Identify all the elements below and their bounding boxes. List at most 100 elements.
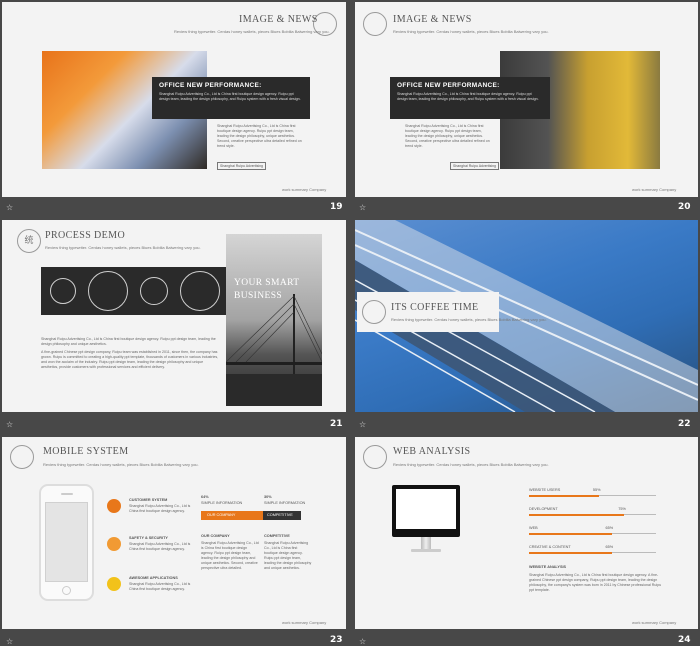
title-ring: [363, 12, 387, 36]
slide-24[interactable]: WEB ANALYSIS Review thing typewriter. Ce…: [355, 437, 698, 629]
bar-fill-4: [529, 551, 612, 554]
title-ring: [362, 300, 386, 324]
col1-heading: OUR COMPANY: [201, 534, 230, 538]
phone-mockup: [39, 484, 94, 601]
title-card: ITS COFFEE TIME Review thing typewriter.…: [357, 292, 547, 332]
step-circle-4[interactable]: [180, 271, 220, 311]
bar-pct-2: 75%: [618, 507, 626, 511]
body-text: Shanghai Ruipu Advertising Co., Ltd is C…: [217, 124, 302, 148]
slide-number: 22: [678, 419, 691, 429]
slide-subtitle: Review thing typewriter. Cerdas honey wa…: [174, 29, 330, 34]
slide-number: 21: [330, 419, 343, 429]
title-ring: [363, 445, 387, 469]
feature-label-3: AWESOME APPLICATIONS: [129, 576, 178, 580]
phone-screen: [45, 502, 88, 582]
slide-23[interactable]: MOBILE SYSTEM Review thing typewriter. C…: [2, 437, 346, 629]
feature-label-2: SAFETY & SECURITY: [129, 536, 168, 540]
box-heading: OFFICE NEW PERFORMANCE:: [159, 82, 262, 89]
slide-19[interactable]: IMAGE & NEWS Review thing typewriter. Ce…: [2, 2, 346, 197]
footer: work summary Company: [632, 620, 677, 625]
slide-21[interactable]: 统 PROCESS DEMO Review thing typewriter. …: [2, 220, 346, 412]
bridge-illustration: [225, 294, 323, 406]
slide-title: IMAGE & NEWS: [239, 14, 318, 25]
bar-fill-2: [529, 513, 625, 516]
feature-label-1: CUSTOMER SYSTEM: [129, 498, 168, 502]
analysis-text: Shanghai Ruipu Advertising Co., Ltd is C…: [529, 573, 662, 592]
title-ring: 统: [17, 229, 41, 253]
body-text-1: Shanghai Ruipu Advertising Co., Ltd is C…: [41, 337, 216, 346]
info-button[interactable]: Shanghai Ruipu Advertising: [217, 162, 267, 170]
star-icon: ☆: [6, 637, 14, 646]
bar-pct-4: 65%: [605, 545, 614, 549]
body-text: Shanghai Ruipu Advertising Co., Ltd is C…: [405, 124, 490, 148]
slide-subtitle: Review thing typewriter. Cerdas honey wa…: [45, 245, 201, 250]
slide-title: WEB ANALYSIS: [393, 446, 471, 457]
slide-number: 23: [330, 635, 343, 645]
footer: work summary Company: [282, 187, 327, 192]
box-text: Shanghai Ruipu Advertising Co., Ltd is C…: [159, 92, 301, 101]
feature-text-3: Shanghai Ruipu Advertising Co., Ltd is C…: [129, 582, 191, 591]
home-button[interactable]: [62, 586, 71, 595]
box-text: Shanghai Ruipu Advertising Co., Ltd is C…: [397, 92, 539, 101]
stat2-label: SIMPLE INFORMATION: [264, 501, 306, 505]
monitor-screen: [396, 489, 456, 529]
title-ring: [10, 445, 34, 469]
slide-number: 24: [678, 635, 691, 645]
feature-dot-3: [107, 577, 121, 591]
box-heading: OFFICE NEW PERFORMANCE:: [397, 82, 500, 89]
stat1-label: SIMPLE INFORMATION: [201, 501, 243, 505]
feature-dot-2: [107, 537, 121, 551]
stat1-pct: 64%: [201, 495, 209, 499]
bar-label-4: CREATIVE & CONTENT: [529, 545, 571, 549]
bar-label-3: WEB: [529, 526, 538, 530]
headline-box: OFFICE NEW PERFORMANCE: Shanghai Ruipu A…: [390, 77, 550, 119]
slide-number: 19: [330, 202, 343, 212]
col1-text: Shanghai Ruipu Advertising Co., Ltd is C…: [201, 541, 259, 570]
feature-text-2: Shanghai Ruipu Advertising Co., Ltd is C…: [129, 542, 191, 551]
step-circle-3[interactable]: [140, 277, 168, 305]
slide-title: PROCESS DEMO: [45, 230, 126, 241]
star-icon: ☆: [359, 637, 367, 646]
step-circle-1[interactable]: [50, 278, 76, 304]
monitor-base: [411, 549, 441, 552]
bridge-photo: [225, 234, 323, 406]
feature-dot-1: [107, 499, 121, 513]
slide-title: MOBILE SYSTEM: [43, 446, 129, 457]
slide-number: 20: [678, 202, 691, 212]
step-circle-2[interactable]: [88, 271, 128, 311]
monitor-stand: [421, 537, 431, 549]
slide-title: IMAGE & NEWS: [393, 14, 472, 25]
footer: work summary Company: [282, 620, 327, 625]
feature-text-1: Shanghai Ruipu Advertising Co., Ltd is C…: [129, 504, 191, 513]
stat2-pct: 30%: [264, 495, 272, 499]
col2-heading: COMPETITIVE: [264, 534, 290, 538]
star-icon: ☆: [6, 203, 14, 212]
bar-label-1: WEBSITE USERS: [529, 488, 561, 492]
star-icon: ☆: [6, 420, 14, 429]
slide-subtitle: Review thing typewriter. Cerdas honey wa…: [391, 317, 547, 322]
panel-heading: YOUR SMART BUSINESS: [234, 278, 300, 301]
star-icon: ☆: [359, 203, 367, 212]
stat1-bar: OUR COMPANY: [201, 511, 263, 520]
analysis-heading: WEBSITE ANALYSIS: [529, 565, 567, 569]
bar-fill-3: [529, 532, 612, 535]
slide-subtitle: Review thing typewriter. Cerdas honey wa…: [393, 29, 549, 34]
info-button[interactable]: Shanghai Ruipu Advertising: [450, 162, 500, 170]
bar-pct-3: 65%: [605, 526, 614, 530]
stat2-bar: COMPETITIVE: [263, 511, 301, 520]
headline-box: OFFICE NEW PERFORMANCE: Shanghai Ruipu A…: [152, 77, 310, 119]
slide-20[interactable]: IMAGE & NEWS Review thing typewriter. Ce…: [355, 2, 698, 197]
slide-title: ITS COFFEE TIME: [391, 302, 479, 313]
bar-pct-1: 55%: [592, 488, 601, 492]
monitor-mockup: [392, 485, 460, 537]
process-band: [41, 267, 226, 315]
col2-text: Shanghai Ruipu Advertising Co., Ltd is C…: [264, 541, 312, 570]
slide-22[interactable]: ITS COFFEE TIME Review thing typewriter.…: [355, 220, 698, 412]
slide-subtitle: Review thing typewriter. Cerdas honey wa…: [393, 462, 549, 467]
star-icon: ☆: [359, 420, 367, 429]
bar-fill-1: [529, 494, 599, 497]
body-text-2: A fine-grained Chinese ppt design compan…: [41, 350, 219, 369]
slide-subtitle: Review thing typewriter. Cerdas honey wa…: [43, 462, 199, 467]
phone-speaker: [61, 493, 73, 495]
bar-label-2: DEVELOPMENT: [529, 507, 558, 511]
